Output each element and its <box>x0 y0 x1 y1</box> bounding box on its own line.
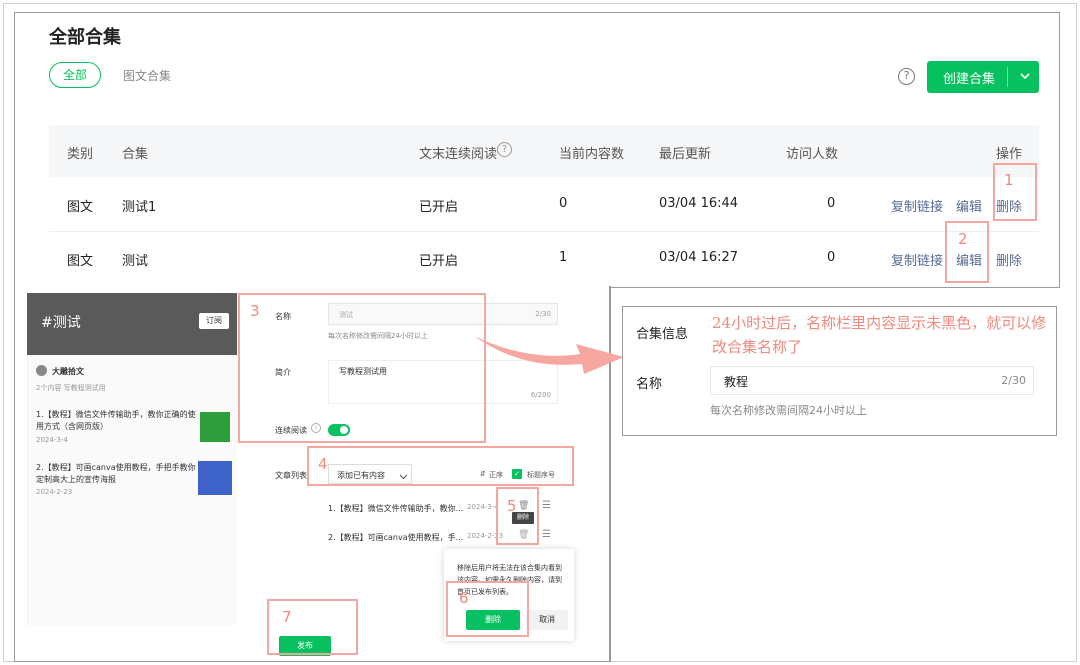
create-collection-label: 创建合集 <box>943 72 996 87</box>
preview-article-title[interactable]: 1.【教程】微信文件传输助手，教你正确的使用方式（含网页版） <box>36 409 198 433</box>
edit-button[interactable]: 编辑 <box>956 196 982 215</box>
page-title: 全部合集 <box>49 27 121 48</box>
name-char-count: 2/30 <box>535 310 551 318</box>
annotation-box-article-list <box>307 446 574 486</box>
header-last-updated: 最后更新 <box>659 147 712 162</box>
author-name: 大雕拾文 <box>52 367 84 376</box>
delete-button[interactable]: 删除 <box>996 250 1022 269</box>
copy-link-button[interactable]: 复制链接 <box>891 196 943 215</box>
table-header: 类别 合集 文末连续阅读 ? 当前内容数 最后更新 访问人数 操作 <box>49 125 1039 177</box>
tab-picture-collections[interactable]: 图文合集 <box>123 67 171 84</box>
drag-handle-icon[interactable]: ☰ <box>542 500 551 511</box>
header-visitors: 访问人数 <box>786 147 839 162</box>
create-collection-button[interactable]: 创建合集 <box>927 61 1039 93</box>
annotation-number: 1 <box>1004 171 1014 189</box>
row-content-count: 0 <box>559 196 568 211</box>
preview-tag: #测试 <box>41 315 81 331</box>
collection-info-title: 合集信息 <box>636 327 689 342</box>
header-continuous-read: 文末连续阅读 <box>419 147 498 162</box>
row-collection-name[interactable]: 测试1 <box>122 196 156 215</box>
avatar <box>36 365 47 376</box>
help-icon[interactable]: ? <box>898 68 915 85</box>
preview-article-date: 2024-2-23 <box>36 488 73 496</box>
info-name-input[interactable]: 教程 2/30 <box>710 366 1034 395</box>
copy-link-button[interactable]: 复制链接 <box>891 250 943 269</box>
annotation-number: 3 <box>250 302 260 320</box>
help-icon[interactable]: ? <box>497 142 512 157</box>
cancel-button[interactable]: 取消 <box>526 610 568 630</box>
chevron-down-icon[interactable] <box>1019 66 1031 89</box>
annotation-number: 7 <box>282 608 292 626</box>
row-visitors: 0 <box>827 250 836 265</box>
info-name-label: 名称 <box>636 377 663 392</box>
annotation-number: 4 <box>318 455 328 473</box>
list-item-title: 2.【教程】可画canva使用教程，手... <box>328 533 464 542</box>
annotation-note: 24小时过后，名称栏里内容显示未黑色，就可以修改合集名称了 <box>712 314 1047 356</box>
row-content-count: 1 <box>559 250 568 265</box>
preview-card: 大雕拾文 2个内容 写教程测试用 1.【教程】微信文件传输助手，教你正确的使用方… <box>27 355 237 625</box>
info-name-hint: 每次名称修改需间隔24小时以上 <box>710 404 867 417</box>
info-name-value: 教程 <box>724 375 749 389</box>
annotation-box-publish <box>267 599 358 655</box>
list-item-title: 1.【教程】微信文件传输助手，教你... <box>328 504 464 513</box>
row-last-updated: 03/04 16:27 <box>659 250 739 265</box>
row-category: 图文 <box>67 254 94 269</box>
annotation-number: 2 <box>958 230 968 248</box>
article-list-label: 文章列表 <box>275 471 307 480</box>
preview-header: #测试 订阅 <box>27 293 237 355</box>
header-actions: 操作 <box>996 147 1023 162</box>
annotation-box-info <box>238 293 486 443</box>
article-thumbnail <box>200 412 230 442</box>
drag-handle-icon[interactable]: ☰ <box>542 529 551 540</box>
row-continuous-status: 已开启 <box>419 254 459 269</box>
table-row: 图文 测试 已开启 1 03/04 16:27 0 复制链接 编辑 删除 <box>49 231 1039 285</box>
tab-all[interactable]: 全部 <box>49 62 101 88</box>
row-last-updated: 03/04 16:44 <box>659 196 739 211</box>
row-category: 图文 <box>67 200 94 215</box>
info-name-char-count: 2/30 <box>1001 374 1026 387</box>
row-collection-name[interactable]: 测试 <box>122 250 148 269</box>
preview-article-title[interactable]: 2.【教程】可画canva使用教程，手把手教你定制高大上的宣传海报 <box>36 462 198 486</box>
intro-char-count: 6/200 <box>530 391 551 399</box>
header-collection: 合集 <box>122 147 149 162</box>
row-visitors: 0 <box>827 196 836 211</box>
list-item-date: 2024-3-4 <box>467 503 499 511</box>
article-thumbnail <box>198 461 232 495</box>
header-category: 类别 <box>67 147 94 162</box>
annotation-box-delete <box>993 163 1037 221</box>
preview-meta: 2个内容 写教程测试用 <box>36 384 106 392</box>
annotation-number: 6 <box>459 589 469 607</box>
pointer-arrow <box>474 336 624 374</box>
row-continuous-status: 已开启 <box>419 200 459 215</box>
subscribe-button[interactable]: 订阅 <box>199 313 229 329</box>
button-divider <box>1007 67 1008 87</box>
preview-article-date: 2024-3-4 <box>36 436 68 444</box>
header-content-count: 当前内容数 <box>559 147 625 162</box>
annotation-number: 5 <box>507 497 517 515</box>
table-row: 图文 测试1 已开启 0 03/04 16:44 0 复制链接 编辑 删除 <box>49 177 1039 231</box>
annotation-box-trash <box>496 487 539 545</box>
